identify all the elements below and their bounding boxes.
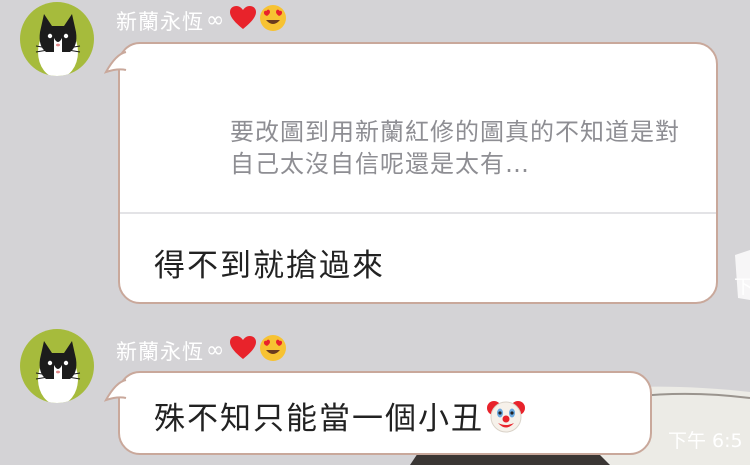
heart-emoji-icon xyxy=(229,335,257,366)
avatar[interactable] xyxy=(20,2,94,76)
infinity-symbol: ∞ xyxy=(206,8,226,33)
message-text: 殊不知只能當一個小丑 xyxy=(154,393,526,438)
message-text: 得不到就搶過來 xyxy=(154,248,385,284)
bubble-tail xyxy=(104,51,127,74)
infinity-symbol: ∞ xyxy=(206,338,226,363)
cat-avatar-icon xyxy=(35,14,81,76)
cat-avatar-icon xyxy=(35,341,81,403)
message-text-content: 殊不知只能當一個小丑 xyxy=(154,401,484,437)
quoted-message-text: 要改圖到用新蘭紅修的圖真的不知道是對自己太沒自信呢還是太有… xyxy=(230,118,680,178)
bubble-tail xyxy=(104,379,127,402)
avatar[interactable] xyxy=(20,329,94,403)
sender-name: 新蘭永恆 xyxy=(116,339,204,364)
sender-name-row: 新蘭永恆 ∞ xyxy=(116,334,287,367)
reply-quote[interactable]: 要改圖到用新蘭紅修的圖真的不知道是對自己太沒自信呢還是太有… xyxy=(120,44,716,214)
sender-name: 新蘭永恆 xyxy=(116,9,204,34)
heart-eyes-emoji-icon xyxy=(259,334,287,367)
clown-emoji-icon xyxy=(486,396,526,436)
heart-eyes-emoji-icon xyxy=(259,4,287,37)
message-bubble[interactable]: 要改圖到用新蘭紅修的圖真的不知道是對自己太沒自信呢還是太有… 得不到就搶過來 xyxy=(118,42,718,304)
message-time: 下午 6:5 xyxy=(668,430,743,452)
message-time: 下午 xyxy=(734,276,750,298)
message-bubble[interactable]: 殊不知只能當一個小丑 xyxy=(118,371,652,455)
sender-name-row: 新蘭永恆 ∞ xyxy=(116,4,287,37)
heart-emoji-icon xyxy=(229,5,257,36)
